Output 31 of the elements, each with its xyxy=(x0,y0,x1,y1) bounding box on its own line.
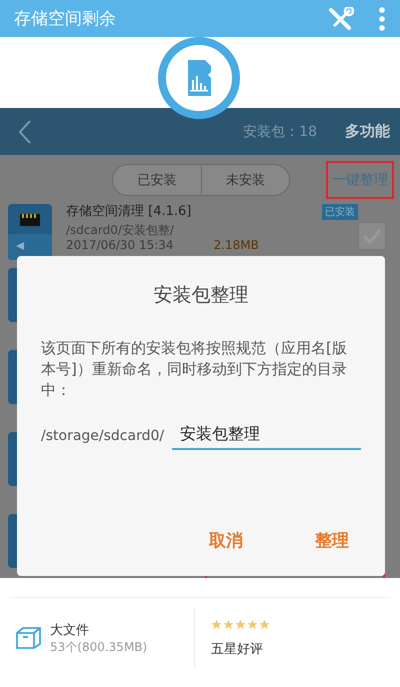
menu-button[interactable]: 多功能 xyxy=(345,122,390,141)
sd-card-icon xyxy=(8,204,52,260)
box-icon xyxy=(15,626,42,650)
storage-chart-icon xyxy=(157,36,243,122)
back-icon[interactable] xyxy=(18,118,32,144)
folder-input[interactable]: 安装包整理 xyxy=(172,421,361,450)
large-files-label: 大文件 xyxy=(50,622,90,638)
package-name: 存储空间清理 [4.1.6] xyxy=(66,204,192,220)
app-title: 存储空间剩余 xyxy=(14,8,117,30)
star-icon xyxy=(235,618,246,630)
package-count: 安装包：18 xyxy=(243,122,317,140)
large-files-detail: 53个(800.35MB) xyxy=(50,638,148,656)
package-date: 2017/06/30 15:34 xyxy=(66,238,174,253)
filter-tab[interactable]: 未安装 xyxy=(201,165,289,195)
rating-label: 五星好评 xyxy=(211,640,263,658)
package-size: 2.18MB xyxy=(214,238,259,253)
dialog-title: 安装包整理 xyxy=(154,283,248,308)
tools-icon[interactable] xyxy=(328,6,354,30)
star-icon xyxy=(211,618,222,630)
checkbox[interactable] xyxy=(358,222,386,250)
dialog-button[interactable]: 取消 xyxy=(205,525,247,556)
star-icon xyxy=(247,618,258,630)
more-menu-icon[interactable] xyxy=(378,6,386,30)
dialog-message: 该页面下所有的安装包将按照规范（应用名[版本号]）重新命名，同时移动到下方指定的目录中： xyxy=(41,338,348,401)
filter-tab[interactable]: 已安装 xyxy=(113,165,201,195)
star-icon xyxy=(259,618,270,630)
path-prefix: /storage/sdcard0/ xyxy=(41,428,164,444)
star-icon xyxy=(223,618,234,630)
status-badge: 已安装 xyxy=(322,204,358,220)
package-path: /sdcard0/安装包整/ xyxy=(66,222,175,238)
dialog-button[interactable]: 整理 xyxy=(311,525,353,556)
